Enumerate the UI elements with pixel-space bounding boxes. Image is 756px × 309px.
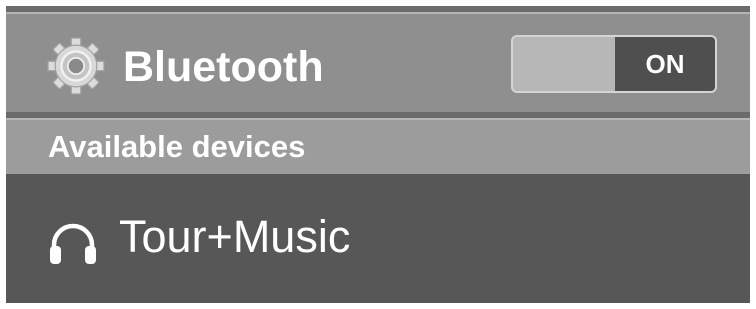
device-name: Tour+Music (119, 211, 351, 262)
available-devices-section: Available devices (6, 118, 750, 174)
headphones-icon (50, 223, 96, 264)
page-title: Bluetooth (123, 43, 324, 91)
section-title: Available devices (48, 129, 306, 164)
list-item[interactable]: Tour+Music (6, 202, 750, 272)
bluetooth-header: Bluetooth ON (6, 12, 750, 112)
toggle-state-label: ON (615, 37, 715, 91)
bluetooth-toggle[interactable]: ON (511, 35, 717, 93)
gear-icon (47, 37, 105, 95)
device-list: Tour+Music (6, 174, 750, 303)
